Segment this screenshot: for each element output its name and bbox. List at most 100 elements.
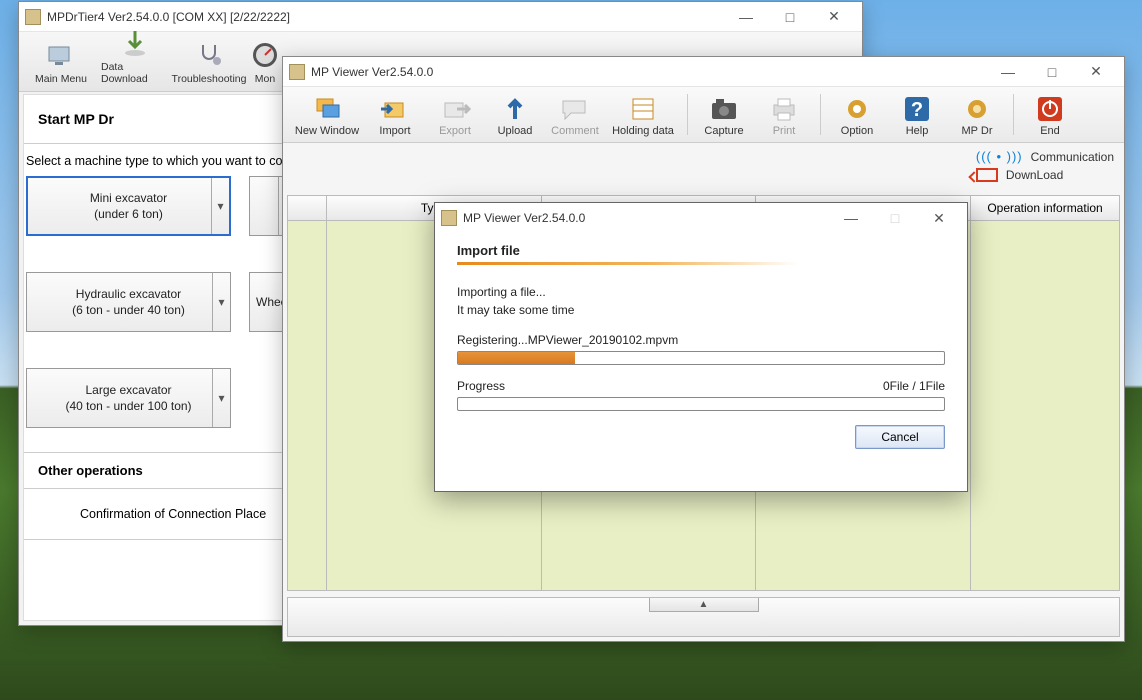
dialog-body: Import file Importing a file... It may t… [435, 233, 967, 461]
machine-label: Large excavator [85, 383, 171, 397]
mpviewer-title: MP Viewer Ver2.54.0.0 [311, 65, 433, 79]
dialog-titlebar[interactable]: MP Viewer Ver2.54.0.0 — □ ✕ [435, 203, 967, 233]
progress-bar-total [457, 397, 945, 411]
collapse-up-button[interactable]: ▲ [649, 598, 759, 612]
download-icon [119, 27, 151, 59]
tb-label: Help [906, 125, 929, 137]
tb-label: Import [379, 125, 410, 137]
help-icon: ? [901, 93, 933, 125]
tb-export[interactable]: Export [425, 91, 485, 139]
machine-hydraulic-excavator[interactable]: Hydraulic excavator (6 ton - under 40 ton… [26, 272, 231, 332]
divider [457, 262, 945, 265]
maximize-button[interactable]: □ [1030, 58, 1074, 86]
tb-label: New Window [295, 125, 359, 137]
mpviewer-toolbar: New Window Import Export Upload Comment … [283, 87, 1124, 143]
import-dialog: MP Viewer Ver2.54.0.0 — □ ✕ Import file … [434, 202, 968, 492]
tb-holding-data[interactable]: Holding data [605, 91, 681, 139]
tb-mon[interactable]: Mon [247, 37, 283, 87]
tb-capture[interactable]: Capture [694, 91, 754, 139]
comment-icon [559, 93, 591, 125]
communication-icon: ((( • ))) [976, 149, 1023, 164]
separator [1013, 94, 1014, 135]
export-icon [439, 93, 471, 125]
cancel-button[interactable]: Cancel [855, 425, 945, 449]
tb-new-window[interactable]: New Window [289, 91, 365, 139]
tb-label: End [1040, 125, 1060, 137]
upload-icon [499, 93, 531, 125]
status-panel: ((( • ))) Communication DownLoad [976, 149, 1114, 186]
tb-label: Holding data [612, 125, 674, 137]
tb-option[interactable]: Option [827, 91, 887, 139]
app-icon [441, 210, 457, 226]
minimize-button[interactable]: — [986, 58, 1030, 86]
mpdr-title: MPDrTier4 Ver2.54.0.0 [COM XX] [2/22/222… [47, 10, 290, 24]
wait-text: It may take some time [457, 303, 945, 317]
separator [820, 94, 821, 135]
import-icon [379, 93, 411, 125]
col-blank[interactable] [287, 195, 327, 221]
svg-text:?: ? [911, 99, 923, 121]
minimize-button[interactable]: — [829, 204, 873, 232]
machine-mini-excavator[interactable]: Mini excavator (under 6 ton) ▾ [26, 176, 231, 236]
tb-label: MP Dr [962, 125, 993, 137]
mpviewer-titlebar[interactable]: MP Viewer Ver2.54.0.0 — □ ✕ [283, 57, 1124, 87]
tb-print[interactable]: Print [754, 91, 814, 139]
dropdown-icon[interactable]: ▾ [211, 178, 229, 234]
tb-comment[interactable]: Comment [545, 91, 605, 139]
tb-label: Mon [255, 73, 275, 85]
dropdown-icon[interactable]: ▾ [212, 273, 230, 331]
app-icon [289, 64, 305, 80]
tb-mpdr[interactable]: MP Dr [947, 91, 1007, 139]
maximize-button: □ [873, 204, 917, 232]
tb-label: Capture [704, 125, 743, 137]
dropdown-icon[interactable]: ▾ [212, 369, 230, 427]
tb-data-download[interactable]: Data Download [99, 25, 171, 87]
close-button[interactable]: ✕ [917, 204, 961, 232]
dialog-header: Import file [457, 243, 945, 258]
monitor-icon [45, 39, 77, 71]
progress-count: 0File / 1File [883, 379, 945, 393]
tb-label: Troubleshooting [172, 73, 247, 85]
download-icon [976, 168, 998, 182]
tb-label: Export [439, 125, 471, 137]
progress-label: Progress [457, 379, 505, 393]
progress-bar-file [457, 351, 945, 365]
status-download: DownLoad [1006, 168, 1063, 182]
camera-icon [708, 93, 740, 125]
minimize-button[interactable]: — [724, 3, 768, 31]
status-comm: Communication [1031, 150, 1114, 164]
importing-text: Importing a file... [457, 285, 945, 299]
holding-icon [627, 93, 659, 125]
tb-label: Upload [498, 125, 533, 137]
machine-large-excavator[interactable]: Large excavator(40 ton - under 100 ton) … [26, 368, 231, 428]
stethoscope-icon [193, 39, 225, 71]
registering-text: Registering...MPViewer_20190102.mpvm [457, 333, 945, 347]
print-icon [768, 93, 800, 125]
tb-upload[interactable]: Upload [485, 91, 545, 139]
gauge-icon [249, 39, 281, 71]
machine-sub: (40 ton - under 100 ton) [65, 399, 191, 413]
separator [687, 94, 688, 135]
dialog-title: MP Viewer Ver2.54.0.0 [463, 211, 585, 225]
pager-bar: ▲ [287, 597, 1120, 637]
gear-icon [841, 93, 873, 125]
machine-sub: (under 6 ton) [94, 207, 163, 221]
app-icon [25, 9, 41, 25]
tb-label: Data Download [101, 61, 169, 85]
tb-label: Print [773, 125, 796, 137]
close-button[interactable]: ✕ [1074, 58, 1118, 86]
tb-import[interactable]: Import [365, 91, 425, 139]
close-button[interactable]: ✕ [812, 3, 856, 31]
machine-label: Hydraulic excavator [76, 287, 181, 301]
machine-sub: (6 ton - under 40 ton) [72, 303, 185, 317]
tb-help[interactable]: ? Help [887, 91, 947, 139]
machine-label: Mini excavator [90, 191, 167, 205]
col-operation[interactable]: Operation information [970, 195, 1120, 221]
tb-main-menu[interactable]: Main Menu [25, 37, 97, 87]
tb-label: Comment [551, 125, 599, 137]
power-icon [1034, 93, 1066, 125]
tb-end[interactable]: End [1020, 91, 1080, 139]
tb-label: Main Menu [35, 73, 87, 85]
tb-troubleshooting[interactable]: Troubleshooting [173, 37, 245, 87]
maximize-button[interactable]: □ [768, 3, 812, 31]
